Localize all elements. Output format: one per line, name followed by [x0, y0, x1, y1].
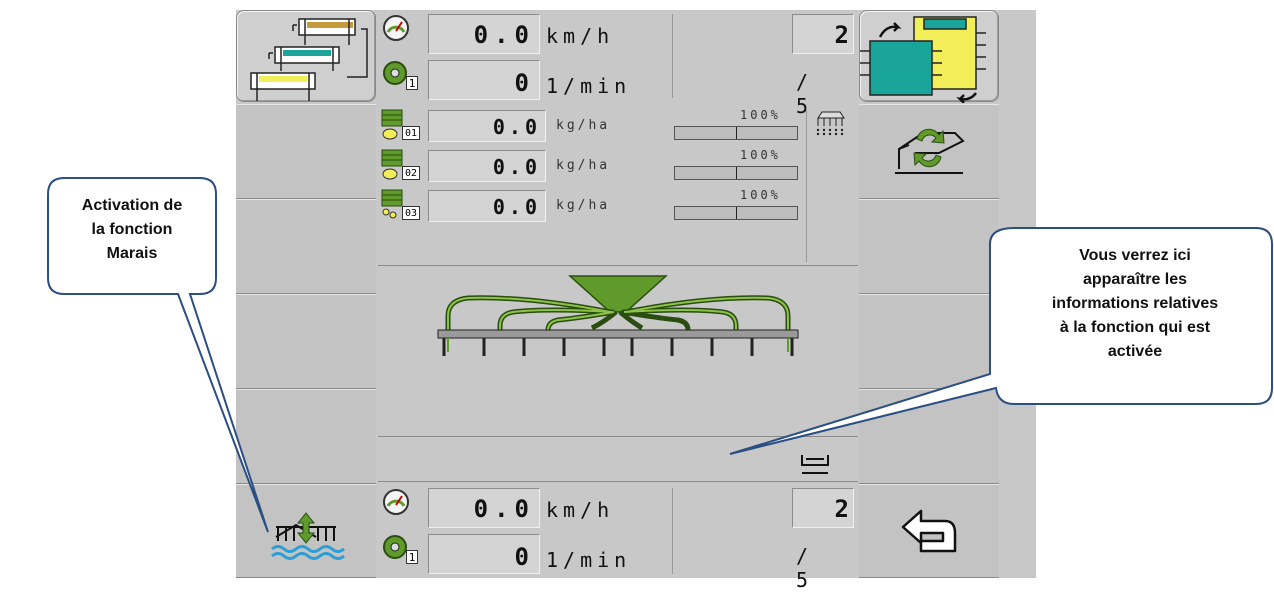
right-callout-line: activée: [1107, 343, 1163, 360]
right-callout-line: informations relatives: [1051, 295, 1219, 312]
left-callout-line: Marais: [106, 245, 158, 262]
left-callout-text: Activation de la fonction Marais: [50, 194, 214, 266]
right-callout-line: à la fonction qui est: [1059, 319, 1211, 336]
left-callout-line: la fonction: [91, 221, 173, 238]
right-callout-line: Vous verrez ici: [1079, 247, 1191, 264]
right-callout-text: Vous verrez ici apparaître les informati…: [1004, 244, 1266, 364]
left-callout-line: Activation de: [81, 197, 183, 214]
right-callout-line: apparaître les: [1082, 271, 1188, 288]
